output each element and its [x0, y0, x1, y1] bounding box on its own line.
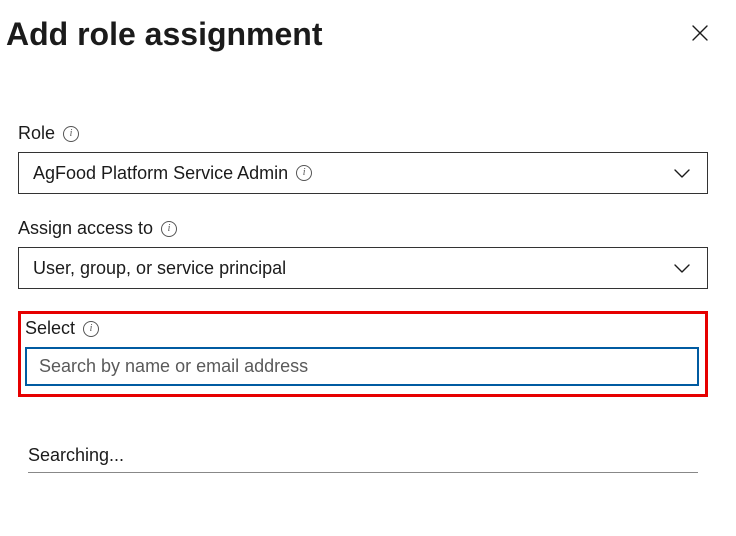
info-icon[interactable]: i	[296, 165, 312, 181]
chevron-down-icon	[671, 162, 693, 184]
assign-access-to-dropdown-value: User, group, or service principal	[33, 258, 286, 279]
chevron-down-icon	[671, 257, 693, 279]
results-divider	[28, 472, 698, 473]
close-button[interactable]	[686, 21, 714, 49]
select-highlight-frame: Select i	[18, 311, 708, 397]
role-label: Role	[18, 123, 55, 144]
role-dropdown[interactable]: AgFood Platform Service Admin i	[18, 152, 708, 194]
panel-title: Add role assignment	[6, 16, 323, 53]
info-icon[interactable]: i	[161, 221, 177, 237]
select-label: Select	[25, 318, 75, 339]
search-status-text: Searching...	[28, 445, 698, 472]
info-icon[interactable]: i	[63, 126, 79, 142]
role-dropdown-value: AgFood Platform Service Admin	[33, 163, 288, 184]
select-search-input[interactable]	[25, 347, 699, 386]
info-icon[interactable]: i	[83, 321, 99, 337]
assign-access-to-label: Assign access to	[18, 218, 153, 239]
close-icon	[690, 23, 710, 46]
assign-access-to-dropdown[interactable]: User, group, or service principal	[18, 247, 708, 289]
